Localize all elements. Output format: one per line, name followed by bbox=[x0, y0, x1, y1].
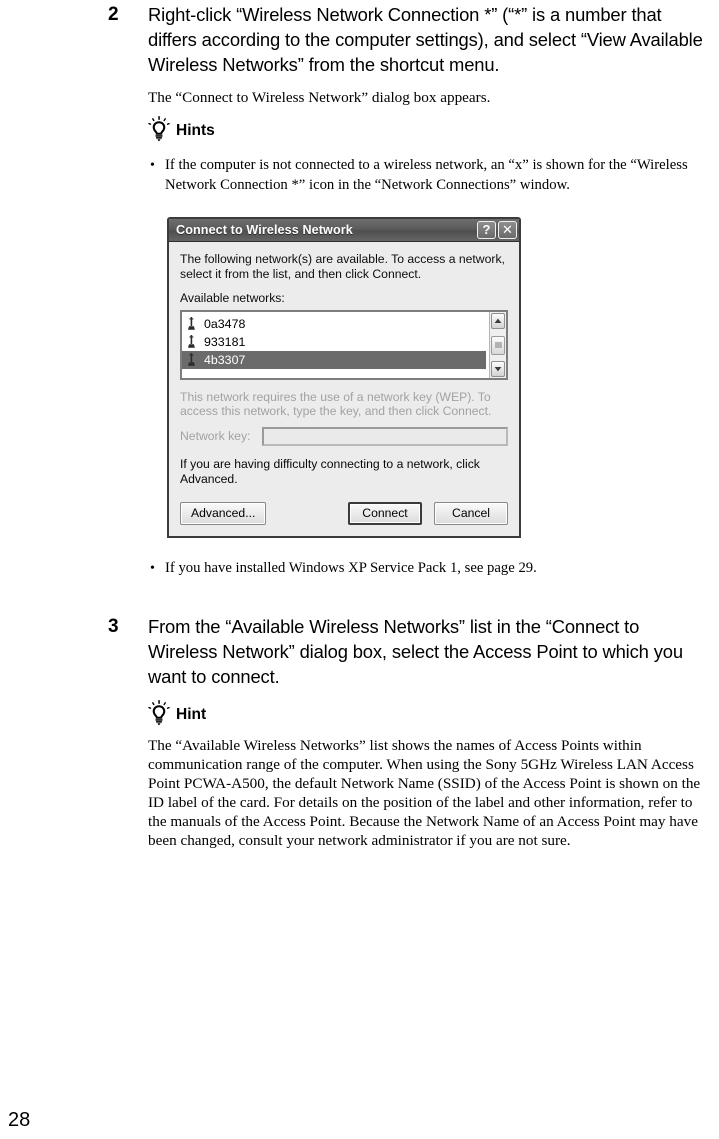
wep-notice-text: This network requires the use of a netwo… bbox=[180, 389, 492, 419]
hints-bullet-list: If the computer is not connected to a wi… bbox=[148, 156, 709, 195]
hint-heading: Hint bbox=[148, 700, 709, 725]
step-3-hint-body: The “Available Wireless Networks” list s… bbox=[148, 736, 709, 850]
list-item: If the computer is not connected to a wi… bbox=[148, 156, 709, 195]
step-2-bullet-2-body: If you have installed Windows XP Service… bbox=[148, 559, 709, 579]
wireless-network-icon bbox=[187, 317, 196, 330]
network-key-row: Network key: bbox=[180, 427, 508, 447]
hints-heading-body: Hints bbox=[148, 116, 709, 141]
step-3: 3 From the “Available Wireless Networks”… bbox=[108, 614, 709, 690]
scrollbar-thumb[interactable] bbox=[491, 335, 505, 355]
hint-heading-label: Hint bbox=[176, 706, 207, 723]
hints-bullet-list-2: If you have installed Windows XP Service… bbox=[148, 559, 709, 579]
network-key-label: Network key: bbox=[180, 429, 251, 444]
dialog-body: The following network(s) are available. … bbox=[169, 242, 519, 536]
step-3-hint-text: The “Available Wireless Networks” list s… bbox=[148, 737, 701, 849]
step-2-result-text: The “Connect to Wireless Network” dialog… bbox=[148, 89, 491, 106]
help-button[interactable]: ? bbox=[477, 221, 496, 239]
advanced-note-text: If you are having difficulty connecting … bbox=[180, 457, 480, 487]
network-name: 4b3307 bbox=[204, 352, 246, 367]
network-name: 933181 bbox=[204, 334, 246, 349]
lightbulb-icon bbox=[148, 116, 170, 141]
step-2-body: Right-click “Wireless Network Connection… bbox=[148, 2, 709, 78]
list-item-selected[interactable]: 4b3307 bbox=[182, 350, 486, 369]
step-3-body: From the “Available Wireless Networks” l… bbox=[148, 614, 709, 690]
lightbulb-icon bbox=[148, 700, 170, 725]
close-icon[interactable]: ✕ bbox=[498, 221, 517, 239]
advanced-button[interactable]: Advanced... bbox=[180, 502, 267, 525]
hints-heading: Hints bbox=[148, 116, 709, 141]
step-2-bullet-2-block: If you have installed Windows XP Service… bbox=[108, 559, 709, 579]
step-3-number: 3 bbox=[108, 616, 119, 637]
hints-heading-label: Hints bbox=[176, 122, 215, 139]
dialog-intro-text: The following network(s) are available. … bbox=[180, 252, 505, 281]
page-number: 28 bbox=[8, 1109, 31, 1131]
step-3-hint-block: The “Available Wireless Networks” list s… bbox=[108, 736, 709, 850]
available-networks-items: 0a3478 933181 4b3307 bbox=[182, 312, 489, 378]
list-item: If you have installed Windows XP Service… bbox=[148, 559, 709, 579]
connect-to-wireless-network-dialog: Connect to Wireless Network ? ✕ The foll… bbox=[167, 217, 521, 538]
dialog-titlebar: Connect to Wireless Network ? ✕ bbox=[169, 219, 519, 242]
manual-page: 2 Right-click “Wireless Network Connecti… bbox=[0, 0, 719, 1139]
step-2-number: 2 bbox=[108, 4, 119, 25]
step-2-result-body: The “Connect to Wireless Network” dialog… bbox=[148, 88, 709, 107]
scrollbar-track[interactable] bbox=[490, 330, 506, 360]
available-networks-label: Available networks: bbox=[180, 290, 285, 305]
available-networks-list[interactable]: 0a3478 933181 4b3307 bbox=[180, 309, 508, 380]
hint-heading-block: Hint bbox=[108, 700, 709, 725]
wireless-network-icon bbox=[187, 335, 196, 348]
list-item[interactable]: 0a3478 bbox=[182, 315, 489, 333]
dialog-title: Connect to Wireless Network bbox=[176, 223, 353, 237]
step-2-bullets-block: If the computer is not connected to a wi… bbox=[108, 156, 709, 195]
list-item[interactable]: 933181 bbox=[182, 333, 489, 351]
hints-heading-block: Hints bbox=[108, 116, 709, 141]
step-2-bullets-body: If the computer is not connected to a wi… bbox=[148, 156, 709, 195]
network-key-input[interactable] bbox=[262, 427, 508, 447]
step-2: 2 Right-click “Wireless Network Connecti… bbox=[108, 2, 709, 78]
cancel-button[interactable]: Cancel bbox=[434, 502, 508, 525]
step-3-instruction: From the “Available Wireless Networks” l… bbox=[148, 616, 683, 688]
scroll-up-icon[interactable] bbox=[491, 312, 505, 329]
list-scrollbar[interactable] bbox=[489, 311, 506, 378]
dialog-button-row: Advanced... Connect Cancel bbox=[180, 502, 508, 525]
step-2-result-block: The “Connect to Wireless Network” dialog… bbox=[108, 88, 709, 107]
hint-heading-body: Hint bbox=[148, 700, 709, 725]
connect-button[interactable]: Connect bbox=[348, 502, 422, 525]
network-name: 0a3478 bbox=[204, 316, 246, 331]
wireless-network-icon bbox=[187, 353, 196, 366]
scroll-down-icon[interactable] bbox=[491, 360, 505, 377]
step-2-instruction: Right-click “Wireless Network Connection… bbox=[148, 4, 703, 76]
